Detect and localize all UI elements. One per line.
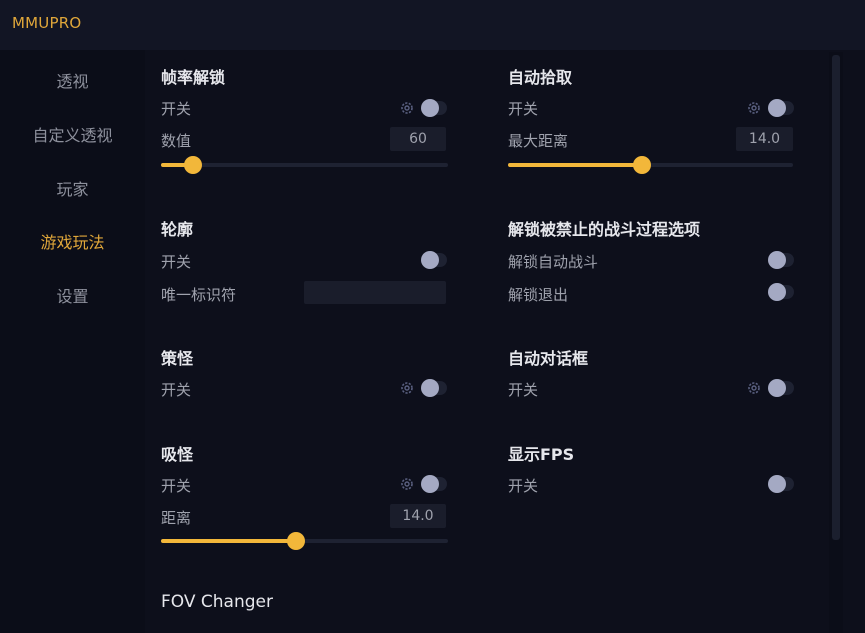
sidebar: 透视 自定义透视 玩家 游戏玩法 设置 xyxy=(0,50,145,633)
show-fps-title: 显示FPS xyxy=(508,445,575,464)
gear-icon[interactable] xyxy=(399,100,415,116)
toggle-knob xyxy=(768,283,786,301)
fps-unlock-title: 帧率解锁 xyxy=(161,68,226,87)
auto-pickup-toggle[interactable] xyxy=(768,99,794,117)
fps-value-slider[interactable] xyxy=(161,156,448,174)
title-bar: MMUPRO xyxy=(0,0,865,50)
auto-pickup-max-distance-field[interactable]: 14.0 xyxy=(736,127,793,151)
auto-pickup-toggle-label: 开关 xyxy=(508,100,539,118)
scrollbar-thumb[interactable] xyxy=(832,55,840,540)
mob-attract-distance-label: 距离 xyxy=(161,509,192,527)
toggle-knob xyxy=(421,379,439,397)
gear-icon[interactable] xyxy=(746,380,762,396)
fps-value-label: 数值 xyxy=(161,132,192,150)
unlock-exit-label: 解锁退出 xyxy=(508,286,569,304)
toggle-knob xyxy=(421,99,439,117)
slider-thumb[interactable] xyxy=(183,156,202,174)
sidebar-item-esp[interactable]: 透视 xyxy=(0,68,145,92)
gear-icon[interactable] xyxy=(399,380,415,396)
slider-thumb[interactable] xyxy=(632,156,651,174)
fov-changer-title: FOV Changer xyxy=(161,592,273,612)
mob-vacuum-title: 策怪 xyxy=(161,349,194,368)
mob-attract-distance-field[interactable]: 14.0 xyxy=(390,504,446,528)
outline-toggle[interactable] xyxy=(421,251,447,269)
toggle-knob xyxy=(768,475,786,493)
outline-toggle-label: 开关 xyxy=(161,253,192,271)
show-fps-toggle[interactable] xyxy=(768,475,794,493)
toggle-knob xyxy=(768,379,786,397)
sidebar-item-settings[interactable]: 设置 xyxy=(0,283,145,307)
auto-dialog-toggle-label: 开关 xyxy=(508,381,539,399)
slider-thumb[interactable] xyxy=(286,532,305,550)
mob-attract-distance-slider[interactable] xyxy=(161,532,448,550)
auto-pickup-max-distance-label: 最大距离 xyxy=(508,132,569,150)
mob-attract-title: 吸怪 xyxy=(161,445,194,464)
auto-dialog-toggle[interactable] xyxy=(768,379,794,397)
sidebar-item-gameplay[interactable]: 游戏玩法 xyxy=(0,229,145,253)
toggle-knob xyxy=(768,99,786,117)
mob-attract-toggle-label: 开关 xyxy=(161,477,192,495)
sidebar-item-player[interactable]: 玩家 xyxy=(0,176,145,200)
toggle-knob xyxy=(421,475,439,493)
toggle-knob xyxy=(421,251,439,269)
outline-uid-label: 唯一标识符 xyxy=(161,286,237,304)
auto-dialog-title: 自动对话框 xyxy=(508,349,589,368)
unlock-auto-battle-toggle[interactable] xyxy=(768,251,794,269)
slider-fill xyxy=(508,163,642,167)
slider-fill xyxy=(161,539,296,543)
app-title: MMUPRO xyxy=(12,14,82,32)
auto-pickup-title: 自动拾取 xyxy=(508,68,573,87)
sidebar-item-custom-esp[interactable]: 自定义透视 xyxy=(0,122,145,146)
fps-unlock-toggle[interactable] xyxy=(421,99,447,117)
mob-attract-toggle[interactable] xyxy=(421,475,447,493)
fps-unlock-toggle-label: 开关 xyxy=(161,100,192,118)
unlock-exit-toggle[interactable] xyxy=(768,283,794,301)
toggle-knob xyxy=(768,251,786,269)
auto-pickup-distance-slider[interactable] xyxy=(508,156,793,174)
outline-uid-input[interactable] xyxy=(304,281,446,304)
mob-vacuum-toggle[interactable] xyxy=(421,379,447,397)
gear-icon[interactable] xyxy=(746,100,762,116)
unlock-forbidden-title: 解锁被禁止的战斗过程选项 xyxy=(508,220,701,239)
mob-vacuum-toggle-label: 开关 xyxy=(161,381,192,399)
unlock-auto-battle-label: 解锁自动战斗 xyxy=(508,253,599,271)
outline-title: 轮廓 xyxy=(161,220,194,239)
gear-icon[interactable] xyxy=(399,476,415,492)
fps-value-field[interactable]: 60 xyxy=(390,127,446,151)
show-fps-toggle-label: 开关 xyxy=(508,477,539,495)
